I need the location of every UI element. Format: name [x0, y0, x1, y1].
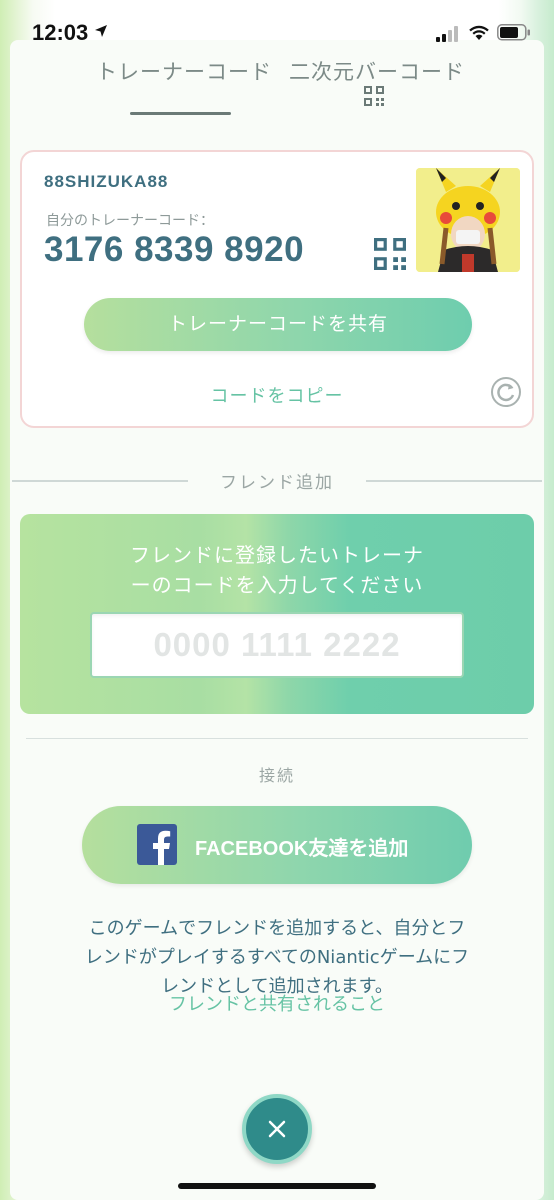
home-indicator[interactable] — [178, 1183, 376, 1189]
pikachu-hat-avatar-icon — [416, 168, 520, 272]
trainer-name: 88SHIZUKA88 — [44, 172, 169, 191]
tab-bar: トレーナーコード 二次元バーコード — [0, 56, 554, 126]
location-arrow-icon — [95, 25, 107, 37]
friend-info-line1: このゲームでフレンドを追加すると、自分とフ — [88, 918, 466, 939]
friend-add-panel: フレンドに登録したいトレーナ ーのコードを入力してください — [20, 514, 534, 714]
section-divider — [12, 480, 188, 482]
trainer-avatar — [416, 168, 520, 272]
qr-code-icon — [364, 86, 384, 106]
trainer-code-card: 88SHIZUKA88 自分のトレーナーコード： 3176 8339 8920 — [20, 150, 534, 428]
friend-add-prompt-line1: フレンドに登録したいトレーナ — [130, 543, 424, 567]
signal-icon — [436, 26, 458, 42]
trainer-code-value: 3176 8339 8920 — [44, 230, 305, 269]
close-button[interactable] — [242, 1094, 312, 1164]
friend-add-prompt: フレンドに登録したいトレーナ ーのコードを入力してください — [20, 540, 534, 600]
status-time: 12:03 — [32, 20, 89, 45]
divider — [26, 738, 528, 739]
facebook-button-label: FACEBOOK友達を追加 — [195, 838, 409, 860]
wifi-icon — [469, 25, 489, 40]
trainer-code-label: 自分のトレーナーコード： — [46, 213, 214, 229]
copy-code-link[interactable]: コードをコピー — [22, 382, 532, 408]
friend-code-input[interactable] — [90, 612, 464, 678]
battery-icon — [497, 24, 530, 41]
facebook-icon — [137, 824, 177, 865]
tab-qr-code[interactable]: 二次元バーコード — [289, 56, 465, 86]
refresh-icon[interactable] — [490, 376, 522, 408]
friend-add-title: フレンド追加 — [220, 473, 334, 493]
add-facebook-friends-button[interactable]: FACEBOOK友達を追加 — [82, 806, 472, 884]
friend-add-prompt-line2: ーのコードを入力してください — [130, 573, 424, 597]
friend-info-text: このゲームでフレンドを追加すると、自分とフ レンドがプレイするすべてのNiant… — [0, 914, 554, 1001]
tab-trainer-code[interactable]: トレーナーコード — [96, 56, 272, 86]
connect-section-title: 接続 — [258, 766, 295, 785]
qr-code-icon[interactable] — [374, 238, 406, 270]
active-tab-indicator — [130, 112, 231, 115]
section-divider — [366, 480, 542, 482]
shared-info-link[interactable]: フレンドと共有されること — [0, 990, 554, 1016]
share-trainer-code-button[interactable]: トレーナーコードを共有 — [84, 298, 472, 351]
friend-info-line2: レンドがプレイするすべてのNianticゲームにフ — [84, 947, 470, 968]
close-icon — [268, 1120, 286, 1138]
